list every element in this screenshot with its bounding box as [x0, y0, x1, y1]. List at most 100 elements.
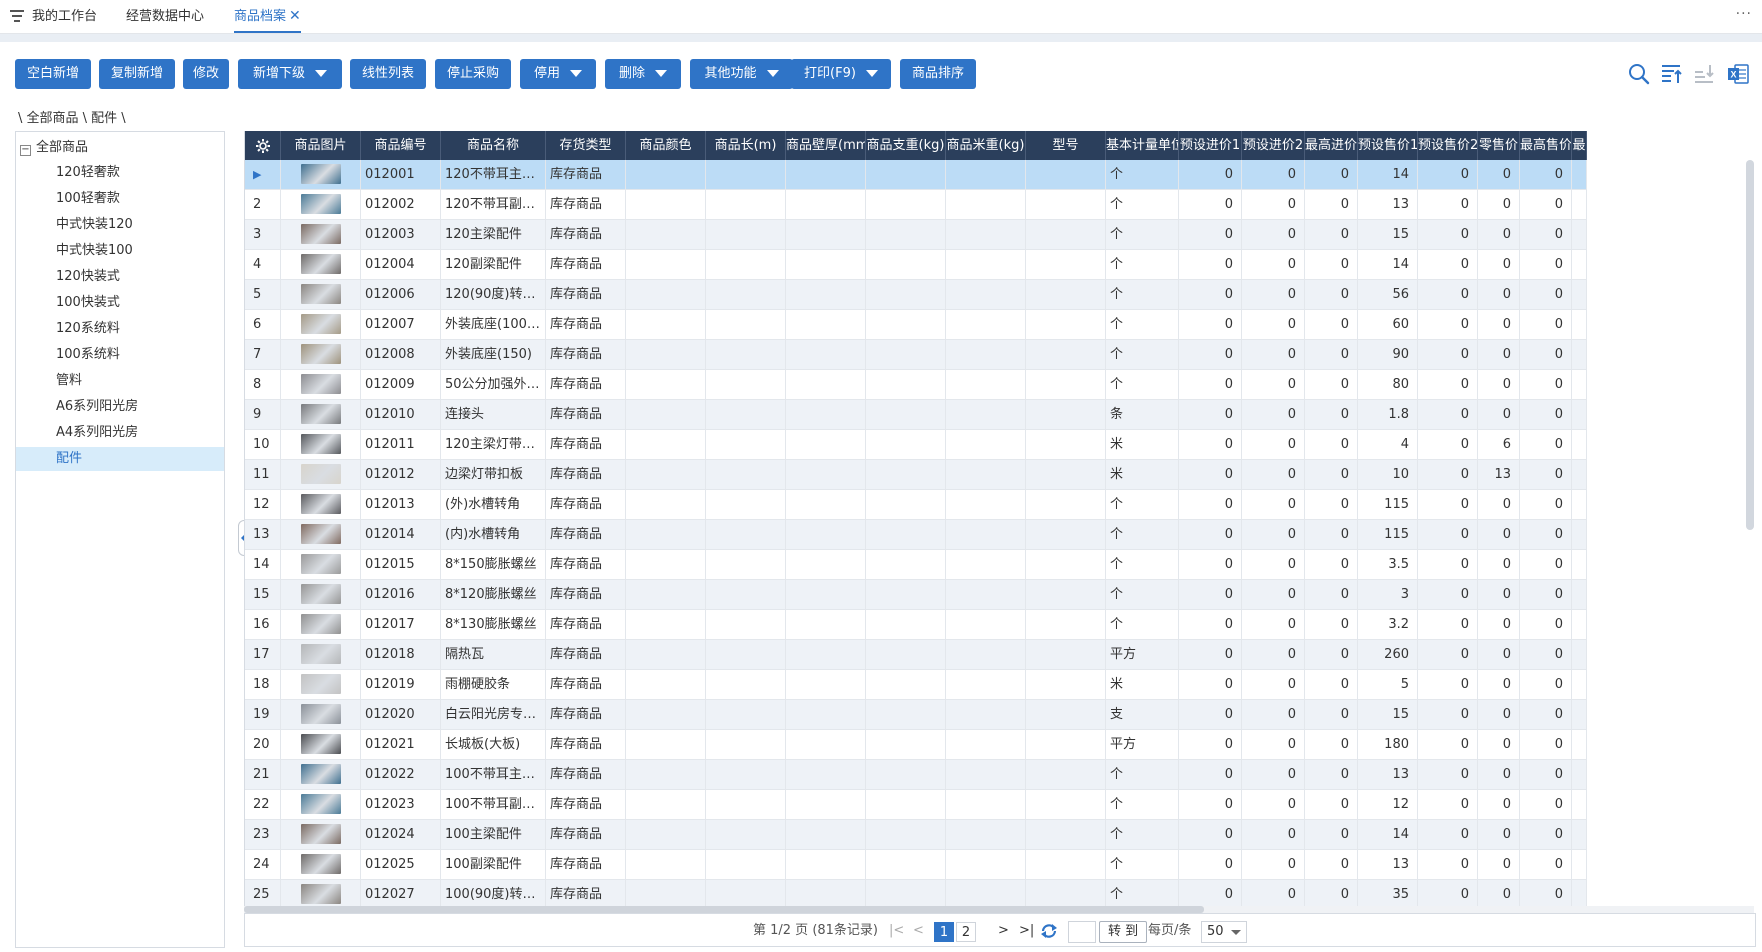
table-row[interactable]: 5012006120(90度)转角配件库存商品个00056000	[245, 280, 1587, 310]
last-page-icon[interactable]: >|	[1019, 914, 1034, 948]
column-header[interactable]: 存货类型	[546, 131, 626, 160]
table-row[interactable]: 18 012019 雨棚硬胶条 库存商品米 0 0 0 5 0 0 0	[245, 670, 1587, 700]
table-row[interactable]: 10 012011 120主梁灯带扣板 库存商品米 0 0 0 4 0 6 0	[245, 430, 1587, 460]
table-row[interactable]: 22012023100不带耳副梁配件库存商品个00012000	[245, 790, 1587, 820]
refresh-icon[interactable]	[1040, 923, 1058, 939]
column-header[interactable]: 预设进价1	[1179, 131, 1242, 160]
product-thumbnail[interactable]	[300, 614, 341, 634]
product-thumbnail[interactable]	[300, 464, 341, 484]
table-row[interactable]: 24 012025 100副梁配件 库存商品个 0 0 0 13 0 0 0	[245, 850, 1587, 880]
product-thumbnail[interactable]	[300, 824, 341, 844]
tree-item[interactable]: A4系列阳光房	[16, 421, 224, 445]
table-row[interactable]: 9 012010 连接头 库存商品条 0 0 0 1.8 0 0 0	[245, 400, 1587, 430]
column-header[interactable]: 商品颜色	[626, 131, 706, 160]
table-row[interactable]: 17 012018 隔热瓦 库存商品 平方 0 0 0 260 0 0 0	[245, 640, 1587, 670]
table-row[interactable]: 16 012017 8*130膨胀螺丝 库存商品个 0 0 0 3.2 0 0 0	[245, 610, 1587, 640]
tree-item[interactable]: 120系统料	[16, 317, 224, 341]
tree-item[interactable]: 管料	[16, 369, 224, 393]
tree-item[interactable]: 120轻奢款	[16, 161, 224, 185]
table-row[interactable]: 801200950公分加强外装底座库存商品个00080000	[245, 370, 1587, 400]
column-header[interactable]: 最	[1572, 131, 1587, 160]
table-row[interactable]: 23 012024 100主梁配件 库存商品个 0 0 0 14 0 0 0	[245, 820, 1587, 850]
table-row[interactable]: 11 012012 边梁灯带扣板 库存商品米 0 0 0 10 0 13 0	[245, 460, 1587, 490]
product-sort-button[interactable]: 商品排序	[900, 59, 976, 89]
column-header[interactable]: 基本计量单位	[1106, 131, 1179, 160]
prev-page-icon[interactable]: <	[913, 914, 924, 948]
page-button-1[interactable]: 1	[934, 922, 954, 942]
table-row[interactable]: 3 012003 120主梁配件 库存商品个 0 0 0 15 0 0 0	[245, 220, 1587, 250]
product-thumbnail[interactable]	[300, 554, 341, 574]
column-header[interactable]: 商品编号	[361, 131, 441, 160]
product-thumbnail[interactable]	[300, 884, 341, 904]
column-settings-icon[interactable]	[245, 131, 281, 160]
product-thumbnail[interactable]	[300, 434, 341, 454]
table-row[interactable]: 14 012015 8*150膨胀螺丝 库存商品个 0 0 0 3.5 0 0 0	[245, 550, 1587, 580]
product-thumbnail[interactable]	[300, 254, 341, 274]
product-thumbnail[interactable]	[300, 314, 341, 334]
column-header[interactable]: 最高售价	[1520, 131, 1572, 160]
add-child-button[interactable]: 新增下级	[238, 59, 342, 89]
tab-workbench[interactable]: 我的工作台	[32, 0, 97, 33]
excel-icon[interactable]: X	[1726, 62, 1750, 86]
table-row[interactable]: 20 012021 长城板(大板) 库存商品 平方 0 0 0 180 0 0 0	[245, 730, 1587, 760]
table-row[interactable]: 15 012016 8*120膨胀螺丝 库存商品个 0 0 0 3 0 0 0	[245, 580, 1587, 610]
column-header[interactable]: 型号	[1026, 131, 1106, 160]
table-row[interactable]: 6012007外装底座(100/120)库存商品个00060000	[245, 310, 1587, 340]
table-row[interactable]: 25012027100(90度)转角配件库存商品个00035000	[245, 880, 1587, 906]
sort-asc-icon[interactable]	[1660, 62, 1684, 86]
close-icon[interactable]: ✕	[289, 8, 301, 24]
product-thumbnail[interactable]	[300, 374, 341, 394]
product-thumbnail[interactable]	[300, 284, 341, 304]
tree-item[interactable]: 100系统料	[16, 343, 224, 367]
product-thumbnail[interactable]	[300, 164, 341, 184]
product-thumbnail[interactable]	[300, 674, 341, 694]
tree-item[interactable]: A6系列阳光房	[16, 395, 224, 419]
copy-add-button[interactable]: 复制新增	[99, 59, 175, 89]
product-thumbnail[interactable]	[300, 404, 341, 424]
linear-list-button[interactable]: 线性列表	[350, 59, 426, 89]
column-header[interactable]: 商品长(m)	[706, 131, 786, 160]
tree-item[interactable]: 120快装式	[16, 265, 224, 289]
table-row[interactable]: 2012002120不带耳副梁配件库存商品个00013000	[245, 190, 1587, 220]
tree-item[interactable]: 100轻奢款	[16, 187, 224, 211]
table-row[interactable]: 21012022100不带耳主梁配件库存商品个00013000	[245, 760, 1587, 790]
blank-add-button[interactable]: 空白新增	[15, 59, 91, 89]
print-button[interactable]: 打印(F9)	[791, 59, 891, 89]
tab-product-archive[interactable]: 商品档案 ✕	[234, 0, 301, 33]
first-page-icon[interactable]: |<	[889, 914, 904, 948]
product-thumbnail[interactable]	[300, 584, 341, 604]
collapse-icon[interactable]: −	[20, 145, 31, 156]
product-thumbnail[interactable]	[300, 344, 341, 364]
column-header[interactable]: 最高进价	[1305, 131, 1358, 160]
page-size-select[interactable]: 50	[1201, 921, 1247, 943]
product-thumbnail[interactable]	[300, 224, 341, 244]
product-thumbnail[interactable]	[300, 854, 341, 874]
search-icon[interactable]	[1627, 62, 1651, 86]
table-row[interactable]: 13 012014 (内)水槽转角 库存商品个 0 0 0 115 0 0 0	[245, 520, 1587, 550]
column-header[interactable]: 零售价	[1478, 131, 1520, 160]
page-jump-input[interactable]	[1068, 921, 1096, 943]
product-thumbnail[interactable]	[300, 704, 341, 724]
product-thumbnail[interactable]	[300, 734, 341, 754]
tree-root[interactable]: − 全部商品	[20, 138, 88, 158]
tab-business-data[interactable]: 经营数据中心	[126, 0, 204, 33]
table-row[interactable]: 19 012020 白云阳光房专用胶 库存商品支 0 0 0 15 0 0 0	[245, 700, 1587, 730]
column-header[interactable]: 商品图片	[281, 131, 361, 160]
product-thumbnail[interactable]	[300, 524, 341, 544]
tree-item[interactable]: 中式快装120	[16, 213, 224, 237]
product-thumbnail[interactable]	[300, 194, 341, 214]
product-thumbnail[interactable]	[300, 764, 341, 784]
tree-item-selected[interactable]: 配件	[16, 447, 224, 471]
sort-desc-icon[interactable]	[1693, 62, 1717, 86]
column-header[interactable]: 预设进价2	[1242, 131, 1305, 160]
menu-icon[interactable]	[10, 10, 24, 24]
tree-item[interactable]: 中式快装100	[16, 239, 224, 263]
vertical-scrollbar[interactable]	[1746, 160, 1754, 530]
stop-purchase-button[interactable]: 停止采购	[435, 59, 511, 89]
column-header[interactable]: 预设售价2	[1418, 131, 1478, 160]
product-thumbnail[interactable]	[300, 644, 341, 664]
other-functions-button[interactable]: 其他功能	[690, 59, 793, 89]
column-header[interactable]: 预设售价1	[1358, 131, 1418, 160]
go-button[interactable]: 转 到	[1099, 921, 1148, 943]
edit-button[interactable]: 修改	[183, 59, 229, 89]
